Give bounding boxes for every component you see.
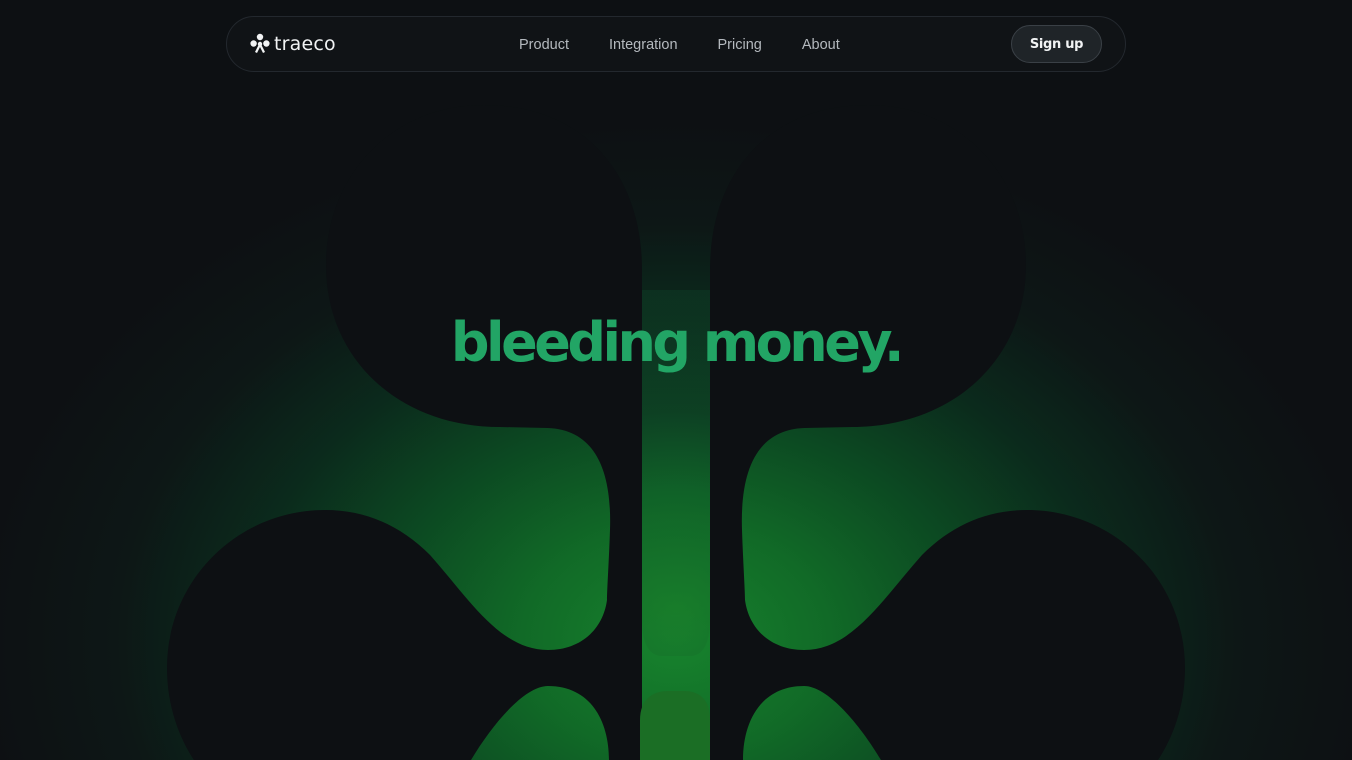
brand-logo-link[interactable]: traeco	[250, 33, 336, 55]
clover-lobe-top-left	[167, 105, 642, 760]
clover-lobe-top-right	[710, 105, 1185, 760]
nav-link-integration[interactable]: Integration	[609, 37, 678, 53]
sign-up-button[interactable]: Sign up	[1011, 25, 1102, 63]
traeco-logo-icon	[250, 33, 270, 53]
brand-name: traeco	[274, 33, 336, 55]
nav-link-about[interactable]: About	[802, 37, 840, 53]
nav-links: Product Integration Pricing About	[519, 17, 840, 73]
hero-headline: bleeding money.	[450, 311, 905, 374]
nav-link-product[interactable]: Product	[519, 37, 569, 53]
nav-link-pricing[interactable]: Pricing	[718, 37, 762, 53]
landing-page: traeco Product Integration Pricing About…	[0, 0, 1352, 760]
hero-clover-illustration	[167, 105, 1185, 760]
top-navbar: traeco Product Integration Pricing About…	[226, 16, 1126, 72]
clover-center-stem-lower	[640, 691, 710, 760]
